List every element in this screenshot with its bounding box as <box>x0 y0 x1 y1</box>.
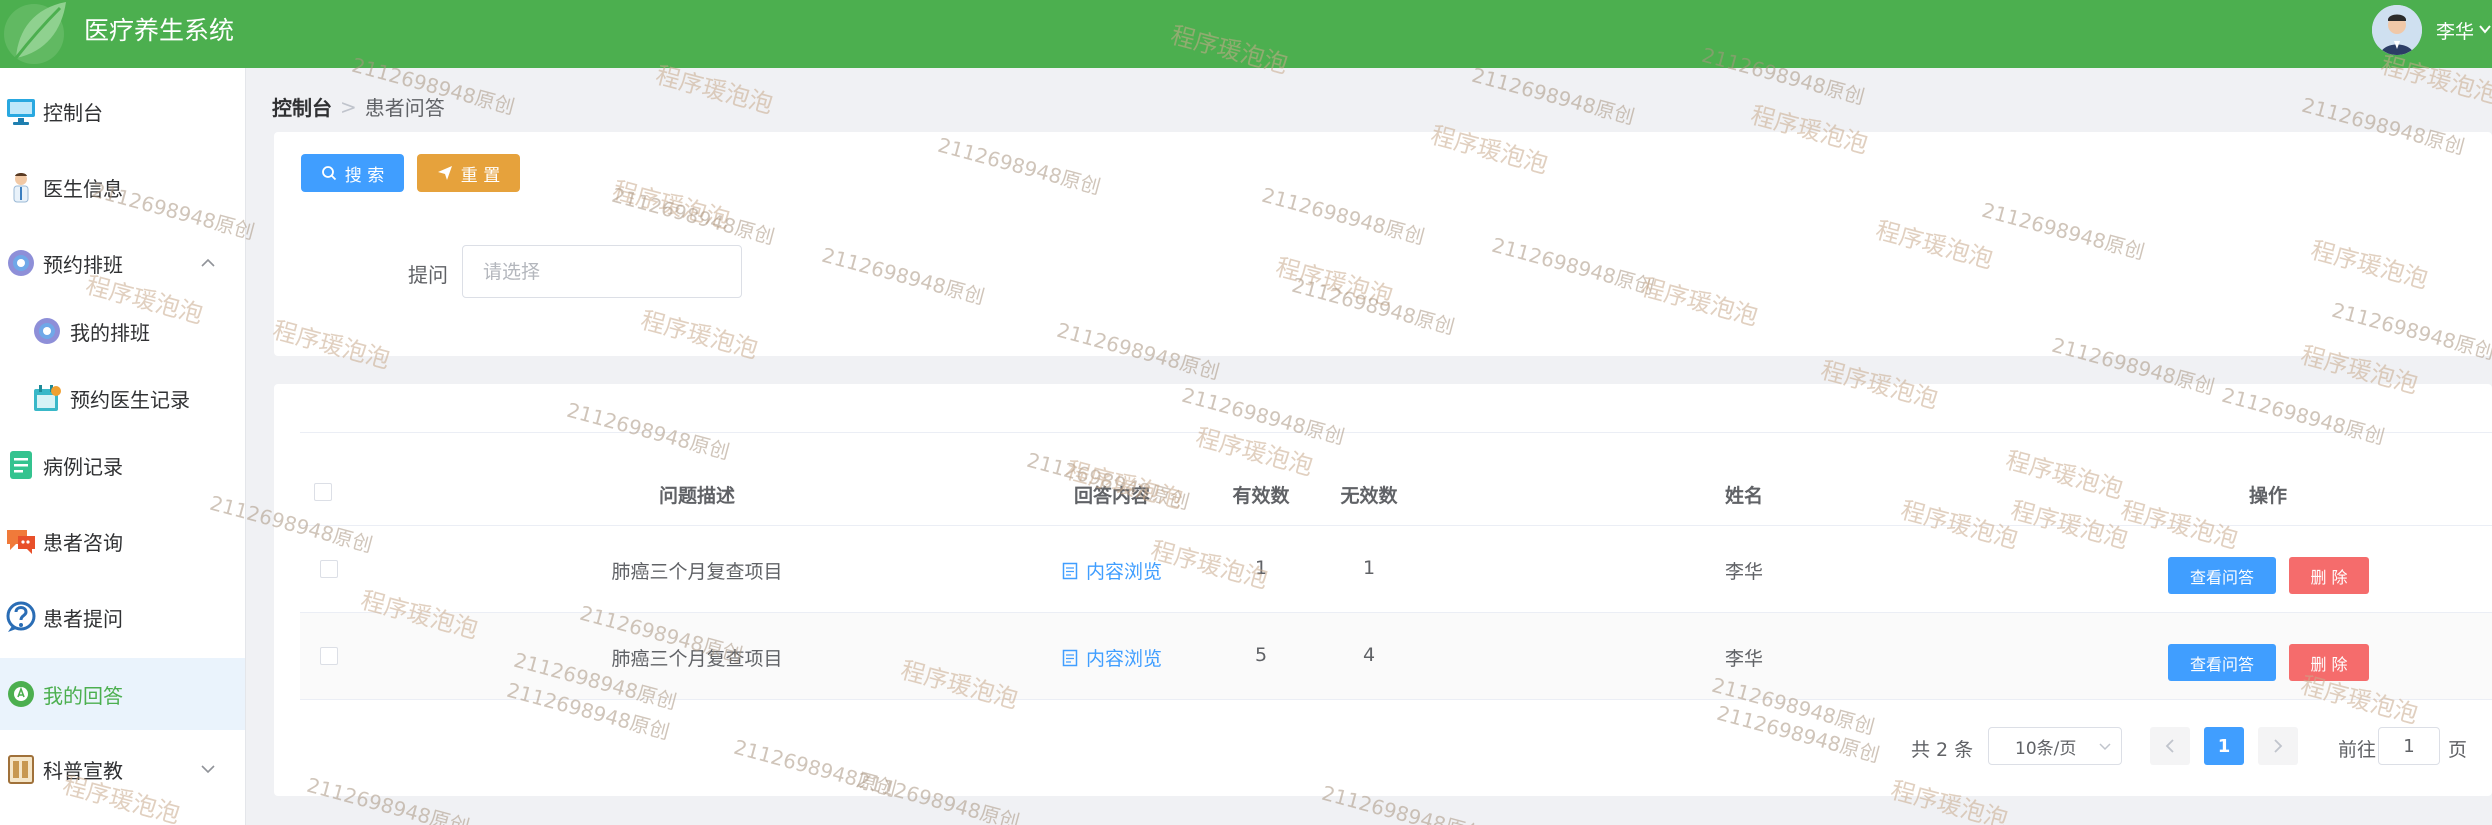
sidebar-item-label: 我的回答 <box>43 683 123 708</box>
search-icon <box>321 166 336 181</box>
breadcrumb-home[interactable]: 控制台 <box>272 92 332 121</box>
select-all-checkbox[interactable] <box>314 483 332 501</box>
row-checkbox[interactable] <box>320 560 338 578</box>
book-icon <box>8 755 34 784</box>
chevron-left-icon <box>2165 739 2174 753</box>
chevron-down-icon <box>2099 743 2111 751</box>
chevron-right-icon <box>2274 739 2283 753</box>
sidebar-item-my-schedule[interactable]: 我的排班 <box>0 300 245 362</box>
document-icon <box>1062 562 1078 579</box>
sidebar-item-label: 预约医生记录 <box>70 387 190 412</box>
goto-label: 前往 <box>2338 739 2377 761</box>
user-avatar[interactable] <box>2372 5 2422 55</box>
app-title: 医疗养生系统 <box>84 16 235 45</box>
pagination-total: 共 2 条 <box>1911 739 1974 761</box>
view-qa-button[interactable]: 查看问答 <box>2168 557 2276 594</box>
header-answer-content: 回答内容 <box>1073 485 1151 507</box>
content-view-link[interactable]: 内容浏览 <box>1062 644 1162 671</box>
sidebar-item-appointment-records[interactable]: 预约医生记录 <box>0 367 245 429</box>
answer-icon <box>8 681 34 707</box>
header-actions: 操作 <box>2248 485 2288 507</box>
row-question: 肺癌三个月复查项目 <box>611 561 783 583</box>
content-view-label: 内容浏览 <box>1085 561 1163 583</box>
question-icon <box>6 601 36 632</box>
content-view-label: 内容浏览 <box>1085 648 1163 670</box>
sidebar-item-label: 患者提问 <box>43 606 123 631</box>
gear-icon <box>34 318 60 344</box>
sidebar-item-label: 病例记录 <box>43 454 123 479</box>
user-name[interactable]: 李华 <box>2436 17 2474 44</box>
table-top-divider <box>300 432 2492 433</box>
page-number-current[interactable]: 1 <box>2204 727 2244 765</box>
chevron-down-icon <box>201 765 215 774</box>
row-valid-count: 1 <box>1254 557 1268 579</box>
sidebar-item-appointment-schedule[interactable]: 预约排班 <box>0 232 245 294</box>
sidebar-item-label: 患者咨询 <box>43 530 123 555</box>
document-icon <box>10 451 32 479</box>
breadcrumb-current: 患者问答 <box>364 96 445 120</box>
header-invalid-count: 无效数 <box>1340 485 1398 507</box>
sidebar-item-doctor-info[interactable]: 医生信息 <box>0 156 245 218</box>
watermark-text: 2112698948原创 <box>1469 62 1638 130</box>
sidebar-item-label: 医生信息 <box>43 176 123 201</box>
row-divider <box>300 699 2492 700</box>
reset-button[interactable]: 重 置 <box>417 154 520 192</box>
sidebar: 控制台 医生信息 预约排班 我的排班 预约医生记录 病例记录 患者咨询 患者提问… <box>0 68 246 825</box>
page-size-select[interactable]: 10条/页 <box>1988 727 2122 765</box>
doctor-icon <box>13 173 29 203</box>
chat-icon <box>7 530 35 554</box>
sidebar-item-label: 控制台 <box>43 100 103 125</box>
row-invalid-count: 1 <box>1362 557 1376 579</box>
sidebar-item-my-answers[interactable]: 我的回答 <box>0 658 245 730</box>
sidebar-item-label: 预约排班 <box>43 252 123 277</box>
send-icon <box>437 166 452 180</box>
prev-page-button[interactable] <box>2150 727 2190 765</box>
header-name: 姓名 <box>1724 485 1764 507</box>
row-valid-count: 5 <box>1254 644 1268 666</box>
search-panel <box>274 132 2492 356</box>
reset-button-label: 重 置 <box>460 165 501 186</box>
chevron-up-icon <box>201 258 215 267</box>
page-size-value: 10条/页 <box>2015 738 2077 759</box>
question-field-label: 提问 <box>408 263 448 287</box>
sidebar-item-label: 科普宣教 <box>43 758 123 783</box>
document-icon <box>1062 649 1078 666</box>
breadcrumb-separator: > <box>340 94 357 119</box>
header-question: 问题描述 <box>658 485 736 507</box>
question-input[interactable] <box>462 245 742 298</box>
search-button-label: 搜 索 <box>344 165 385 186</box>
sidebar-item-case-records[interactable]: 病例记录 <box>0 434 245 496</box>
delete-button[interactable]: 删 除 <box>2289 644 2369 681</box>
row-invalid-count: 4 <box>1362 644 1376 666</box>
row-name: 李华 <box>1724 561 1764 583</box>
sidebar-item-label: 我的排班 <box>70 320 150 345</box>
header-valid-count: 有效数 <box>1232 485 1290 507</box>
top-bar: 医疗养生系统 李华 <box>0 0 2492 68</box>
sidebar-item-patient-consult[interactable]: 患者咨询 <box>0 510 245 572</box>
goto-unit: 页 <box>2448 739 2468 761</box>
goto-page-input[interactable] <box>2378 727 2440 765</box>
row-checkbox[interactable] <box>320 647 338 665</box>
row-name: 李华 <box>1724 648 1764 670</box>
next-page-button[interactable] <box>2258 727 2298 765</box>
leaf-logo-icon <box>4 2 66 64</box>
chevron-down-icon[interactable] <box>2478 22 2492 36</box>
search-button[interactable]: 搜 索 <box>301 154 404 192</box>
table-header-divider <box>300 525 2492 526</box>
calendar-icon <box>34 385 61 411</box>
gear-icon <box>8 250 34 276</box>
sidebar-item-dashboard[interactable]: 控制台 <box>0 80 245 142</box>
monitor-icon <box>7 99 35 125</box>
content-view-link[interactable]: 内容浏览 <box>1062 557 1162 584</box>
row-question: 肺癌三个月复查项目 <box>611 648 783 670</box>
breadcrumb: 控制台 > 患者问答 <box>272 92 445 121</box>
sidebar-item-science-education[interactable]: 科普宣教 <box>0 738 245 800</box>
sidebar-item-patient-questions[interactable]: 患者提问 <box>0 586 245 648</box>
delete-button[interactable]: 删 除 <box>2289 557 2369 594</box>
view-qa-button[interactable]: 查看问答 <box>2168 644 2276 681</box>
